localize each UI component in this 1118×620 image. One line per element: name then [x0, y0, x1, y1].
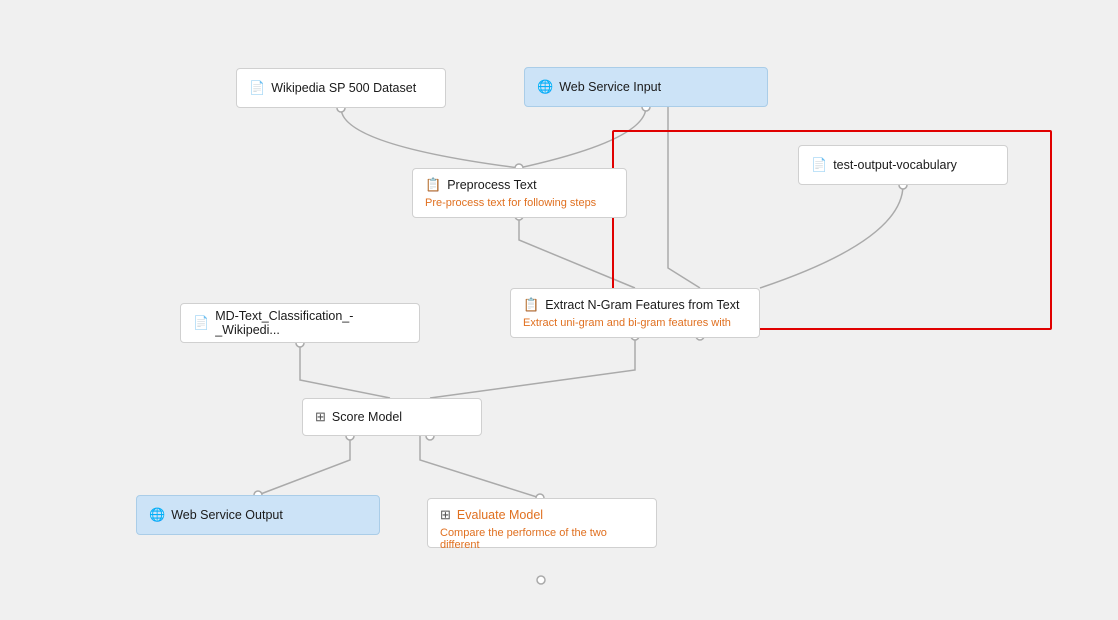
web-service-output-label: Web Service Output — [171, 508, 283, 522]
md-text-label: MD-Text_Classification_-_Wikipedi... — [215, 309, 407, 337]
web-service-input-icon: 🌐 — [537, 79, 553, 95]
score-model-node[interactable]: ⊞ Score Model — [302, 398, 482, 436]
wikipedia-node[interactable]: 📄 Wikipedia SP 500 Dataset — [236, 68, 446, 108]
ngram-label: Extract N-Gram Features from Text — [545, 298, 739, 312]
vocab-icon: 📄 — [811, 157, 827, 173]
web-service-input-node[interactable]: 🌐 Web Service Input — [524, 67, 768, 107]
score-label: Score Model — [332, 410, 402, 424]
web-service-input-label: Web Service Input — [559, 80, 661, 94]
preprocess-text-node[interactable]: 📋 Preprocess Text Pre-process text for f… — [412, 168, 627, 218]
md-text-node[interactable]: 📄 MD-Text_Classification_-_Wikipedi... — [180, 303, 420, 343]
evaluate-icon: ⊞ — [440, 507, 451, 523]
wikipedia-label: Wikipedia SP 500 Dataset — [271, 81, 416, 95]
ngram-icon: 📋 — [523, 297, 539, 313]
wikipedia-icon: 📄 — [249, 80, 265, 96]
test-output-vocab-node[interactable]: 📄 test-output-vocabulary — [798, 145, 1008, 185]
score-icon: ⊞ — [315, 409, 326, 425]
web-service-output-node[interactable]: 🌐 Web Service Output — [136, 495, 380, 535]
web-service-output-icon: 🌐 — [149, 507, 165, 523]
evaluate-model-node[interactable]: ⊞ Evaluate Model Compare the performce o… — [427, 498, 657, 548]
md-text-icon: 📄 — [193, 315, 209, 331]
ngram-subtitle: Extract uni-gram and bi-gram features wi… — [523, 317, 747, 329]
evaluate-label: Evaluate Model — [457, 508, 543, 522]
evaluate-subtitle: Compare the performce of the two differe… — [440, 527, 644, 551]
canvas: 📄 Wikipedia SP 500 Dataset 🌐 Web Service… — [0, 0, 1118, 620]
preprocess-subtitle: Pre-process text for following steps — [425, 197, 614, 209]
preprocess-label: Preprocess Text — [447, 178, 536, 192]
preprocess-icon: 📋 — [425, 177, 441, 193]
extract-ngram-node[interactable]: 📋 Extract N-Gram Features from Text Extr… — [510, 288, 760, 338]
vocab-label: test-output-vocabulary — [833, 158, 957, 172]
